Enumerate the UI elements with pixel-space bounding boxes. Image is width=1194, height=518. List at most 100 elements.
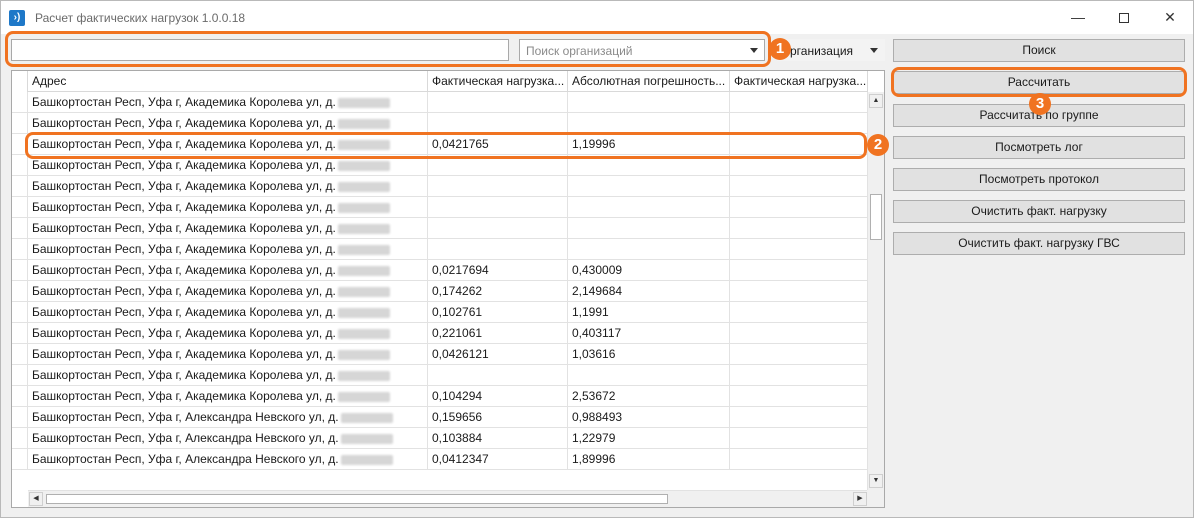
scroll-down-icon[interactable]: ▼ xyxy=(869,474,883,488)
close-button[interactable]: ✕ xyxy=(1147,1,1193,34)
cell-actual-load[interactable] xyxy=(428,92,568,113)
cell-absolute-error[interactable]: 1,03616 xyxy=(568,344,730,365)
cell-absolute-error[interactable] xyxy=(568,239,730,260)
cell-absolute-error[interactable]: 0,988493 xyxy=(568,407,730,428)
table-row[interactable]: Башкортостан Респ, Уфа г, Академика Коро… xyxy=(12,323,868,344)
search-button[interactable]: Поиск xyxy=(893,39,1185,62)
table-row[interactable]: Башкортостан Респ, Уфа г, Александра Нев… xyxy=(12,449,868,470)
scroll-up-icon[interactable]: ▲ xyxy=(869,94,883,108)
minimize-button[interactable]: — xyxy=(1055,1,1101,34)
cell-address[interactable]: Башкортостан Респ, Уфа г, Академика Коро… xyxy=(28,260,428,281)
scroll-right-icon[interactable]: ▶ xyxy=(853,492,867,506)
cell-absolute-error[interactable] xyxy=(568,218,730,239)
cell-address[interactable]: Башкортостан Респ, Уфа г, Академика Коро… xyxy=(28,197,428,218)
cell-address[interactable]: Башкортостан Респ, Уфа г, Академика Коро… xyxy=(28,386,428,407)
cell-absolute-error[interactable] xyxy=(568,113,730,134)
cell-absolute-error[interactable] xyxy=(568,176,730,197)
column-header-actual-load[interactable]: Фактическая нагрузка... xyxy=(428,71,568,92)
table-row[interactable]: Башкортостан Респ, Уфа г, Академика Коро… xyxy=(12,113,868,134)
cell-actual-load[interactable]: 0,104294 xyxy=(428,386,568,407)
mode-select[interactable]: рганизация xyxy=(777,39,885,61)
cell-actual-load-2[interactable] xyxy=(730,428,868,449)
table-row[interactable]: Башкортостан Респ, Уфа г, Академика Коро… xyxy=(12,92,868,113)
table-row[interactable]: Башкортостан Респ, Уфа г, Академика Коро… xyxy=(12,176,868,197)
cell-absolute-error[interactable] xyxy=(568,92,730,113)
cell-actual-load[interactable] xyxy=(428,176,568,197)
cell-actual-load[interactable]: 0,0217694 xyxy=(428,260,568,281)
row-header[interactable] xyxy=(12,407,28,428)
cell-address[interactable]: Башкортостан Респ, Уфа г, Академика Коро… xyxy=(28,323,428,344)
cell-actual-load-2[interactable] xyxy=(730,176,868,197)
cell-actual-load[interactable]: 0,221061 xyxy=(428,323,568,344)
row-header[interactable] xyxy=(12,155,28,176)
cell-actual-load-2[interactable] xyxy=(730,239,868,260)
cell-actual-load-2[interactable] xyxy=(730,281,868,302)
cell-address[interactable]: Башкортостан Респ, Уфа г, Академика Коро… xyxy=(28,344,428,365)
row-header[interactable] xyxy=(12,176,28,197)
cell-actual-load[interactable]: 0,174262 xyxy=(428,281,568,302)
table-row[interactable]: Башкортостан Респ, Уфа г, Академика Коро… xyxy=(12,386,868,407)
horizontal-scroll-thumb[interactable] xyxy=(46,494,668,504)
cell-actual-load[interactable]: 0,0412347 xyxy=(428,449,568,470)
row-header[interactable] xyxy=(12,365,28,386)
cell-address[interactable]: Башкортостан Респ, Уфа г, Академика Коро… xyxy=(28,113,428,134)
table-row[interactable]: Башкортостан Респ, Уфа г, Академика Коро… xyxy=(12,218,868,239)
row-header[interactable] xyxy=(12,92,28,113)
cell-absolute-error[interactable]: 1,1991 xyxy=(568,302,730,323)
clear-actual-load-button[interactable]: Очистить факт. нагрузку xyxy=(893,200,1185,223)
cell-absolute-error[interactable]: 0,430009 xyxy=(568,260,730,281)
cell-actual-load-2[interactable] xyxy=(730,407,868,428)
cell-actual-load[interactable] xyxy=(428,113,568,134)
cell-address[interactable]: Башкортостан Респ, Уфа г, Александра Нев… xyxy=(28,449,428,470)
cell-absolute-error[interactable]: 1,22979 xyxy=(568,428,730,449)
table-row[interactable]: Башкортостан Респ, Уфа г, Академика Коро… xyxy=(12,281,868,302)
table-row[interactable]: Башкортостан Респ, Уфа г, Академика Коро… xyxy=(12,239,868,260)
cell-actual-load-2[interactable] xyxy=(730,386,868,407)
row-header[interactable] xyxy=(12,344,28,365)
cell-absolute-error[interactable] xyxy=(568,197,730,218)
row-header[interactable] xyxy=(12,113,28,134)
cell-actual-load[interactable]: 0,103884 xyxy=(428,428,568,449)
cell-absolute-error[interactable]: 2,53672 xyxy=(568,386,730,407)
row-header[interactable] xyxy=(12,197,28,218)
cell-actual-load[interactable]: 0,0426121 xyxy=(428,344,568,365)
vertical-scroll-thumb[interactable] xyxy=(870,194,882,240)
cell-address[interactable]: Башкортостан Респ, Уфа г, Академика Коро… xyxy=(28,218,428,239)
horizontal-scrollbar[interactable]: ◀ ▶ xyxy=(28,490,868,507)
cell-actual-load-2[interactable] xyxy=(730,449,868,470)
table-row[interactable]: Башкортостан Респ, Уфа г, Академика Коро… xyxy=(12,260,868,281)
table-row[interactable]: Башкортостан Респ, Уфа г, Александра Нев… xyxy=(12,428,868,449)
table-row[interactable]: Башкортостан Респ, Уфа г, Академика Коро… xyxy=(12,197,868,218)
cell-absolute-error[interactable]: 2,149684 xyxy=(568,281,730,302)
maximize-button[interactable] xyxy=(1101,1,1147,34)
row-header[interactable] xyxy=(12,281,28,302)
row-header[interactable] xyxy=(12,386,28,407)
column-header-address[interactable]: Адрес xyxy=(28,71,428,92)
row-header[interactable] xyxy=(12,428,28,449)
cell-absolute-error[interactable]: 1,89996 xyxy=(568,449,730,470)
cell-absolute-error[interactable]: 0,403117 xyxy=(568,323,730,344)
cell-address[interactable]: Башкортостан Респ, Уфа г, Александра Нев… xyxy=(28,407,428,428)
cell-absolute-error[interactable] xyxy=(568,365,730,386)
cell-address[interactable]: Башкортостан Респ, Уфа г, Академика Коро… xyxy=(28,365,428,386)
cell-address[interactable]: Башкортостан Респ, Уфа г, Академика Коро… xyxy=(28,239,428,260)
row-header[interactable] xyxy=(12,323,28,344)
cell-actual-load-2[interactable] xyxy=(730,323,868,344)
cell-actual-load[interactable]: 0,102761 xyxy=(428,302,568,323)
cell-actual-load-2[interactable] xyxy=(730,218,868,239)
cell-actual-load-2[interactable] xyxy=(730,344,868,365)
column-header-absolute-error[interactable]: Абсолютная погрешность... xyxy=(568,71,730,92)
view-log-button[interactable]: Посмотреть лог xyxy=(893,136,1185,159)
view-protocol-button[interactable]: Посмотреть протокол xyxy=(893,168,1185,191)
row-header[interactable] xyxy=(12,260,28,281)
row-header[interactable] xyxy=(12,218,28,239)
cell-actual-load-2[interactable] xyxy=(730,365,868,386)
cell-address[interactable]: Башкортостан Респ, Уфа г, Академика Коро… xyxy=(28,281,428,302)
cell-actual-load-2[interactable] xyxy=(730,113,868,134)
cell-address[interactable]: Башкортостан Респ, Уфа г, Академика Коро… xyxy=(28,176,428,197)
cell-actual-load-2[interactable] xyxy=(730,197,868,218)
row-header[interactable] xyxy=(12,302,28,323)
table-row[interactable]: Башкортостан Респ, Уфа г, Академика Коро… xyxy=(12,365,868,386)
scroll-left-icon[interactable]: ◀ xyxy=(29,492,43,506)
cell-actual-load[interactable] xyxy=(428,239,568,260)
